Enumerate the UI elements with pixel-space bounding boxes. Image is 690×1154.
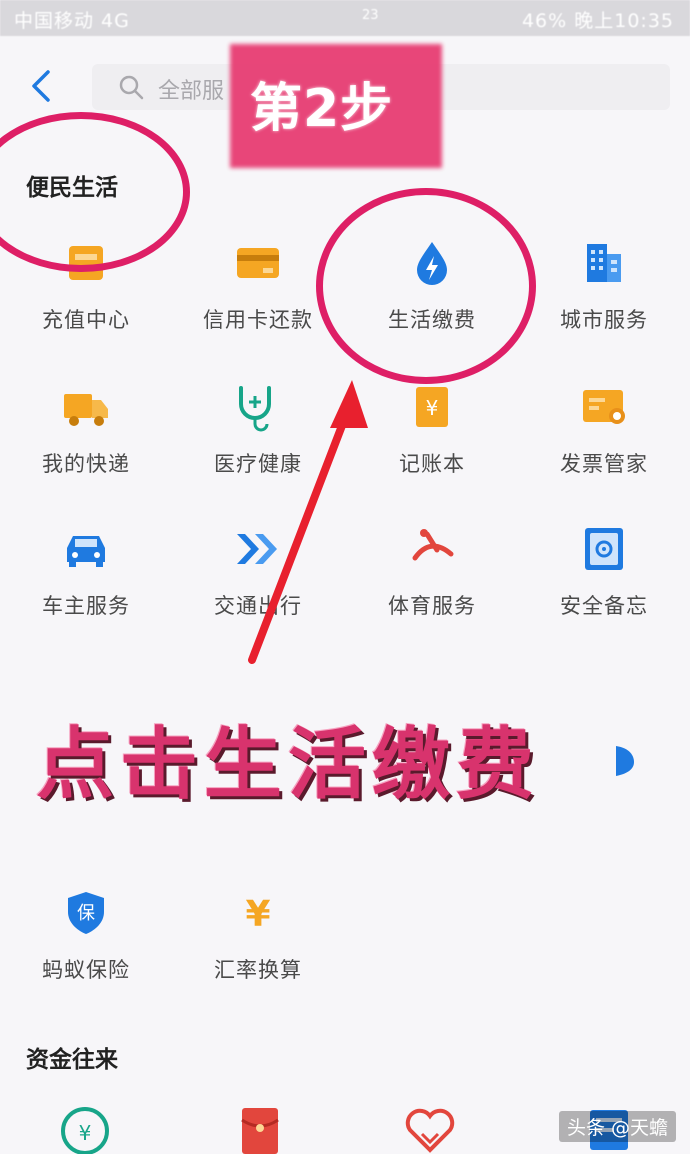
back-button[interactable] bbox=[26, 66, 58, 106]
car-icon bbox=[67, 536, 105, 567]
watermark: 头条 @天蟾 bbox=[558, 1111, 676, 1142]
city-buildings-icon bbox=[587, 244, 621, 282]
status-right: 46% 晚上10:35 bbox=[521, 10, 674, 32]
service-exchange-rate[interactable]: ¥ 汇率换算 bbox=[172, 882, 344, 1012]
partial-item-icon bbox=[616, 746, 634, 776]
service-label: 发票管家 bbox=[560, 452, 648, 476]
step-label: 第2步 bbox=[250, 79, 394, 139]
service-label: 车主服务 bbox=[42, 594, 130, 618]
section-title-funds: 资金往来 bbox=[26, 1047, 118, 1073]
service-label: 充值中心 bbox=[42, 308, 130, 332]
status-bar: 中国移动 4G 23 46% 晚上10:35 bbox=[0, 0, 690, 36]
highlight-circle-utility bbox=[316, 188, 536, 384]
safe-box-icon bbox=[585, 528, 623, 570]
svg-text:¥: ¥ bbox=[245, 894, 270, 935]
service-label: 安全备忘 bbox=[560, 594, 648, 618]
insurance-shield-icon: 保 bbox=[68, 892, 104, 934]
search-placeholder: 全部服 bbox=[158, 79, 225, 104]
network-speed: 23 bbox=[362, 8, 379, 23]
service-city-services[interactable]: 城市服务 bbox=[518, 232, 690, 362]
service-security-memo[interactable]: 安全备忘 bbox=[518, 518, 690, 648]
credit-card-icon bbox=[237, 248, 279, 278]
service-my-express[interactable]: 我的快递 bbox=[0, 376, 172, 506]
service-label: 城市服务 bbox=[560, 308, 648, 332]
red-packet-icon[interactable] bbox=[236, 1106, 284, 1154]
service-label: 汇率换算 bbox=[214, 958, 302, 982]
service-invoice-manager[interactable]: 发票管家 bbox=[518, 376, 690, 506]
carrier-label: 中国移动 4G bbox=[14, 10, 130, 32]
heart-gift-icon[interactable] bbox=[402, 1104, 458, 1154]
svg-text:保: 保 bbox=[77, 903, 95, 924]
search-icon bbox=[119, 75, 144, 100]
delivery-truck-icon bbox=[64, 394, 108, 426]
service-ant-insurance[interactable]: 保 蚂蚁保险 bbox=[0, 882, 172, 1012]
chevron-left-icon bbox=[32, 70, 50, 102]
exchange-rate-icon: ¥ bbox=[245, 894, 270, 935]
red-arrow-pointer bbox=[248, 380, 368, 664]
svg-text:¥: ¥ bbox=[426, 396, 439, 420]
tutorial-caption: 点击生活缴费 bbox=[36, 720, 541, 810]
ledger-book-icon: ¥ bbox=[416, 387, 448, 427]
invoice-icon bbox=[583, 390, 625, 424]
sports-icon bbox=[412, 529, 454, 561]
service-label: 我的快递 bbox=[42, 452, 130, 476]
service-car-owner[interactable]: 车主服务 bbox=[0, 518, 172, 648]
service-label: 蚂蚁保险 bbox=[42, 958, 130, 982]
transfer-icon[interactable]: ¥ bbox=[58, 1104, 112, 1154]
svg-text:¥: ¥ bbox=[79, 1121, 92, 1145]
